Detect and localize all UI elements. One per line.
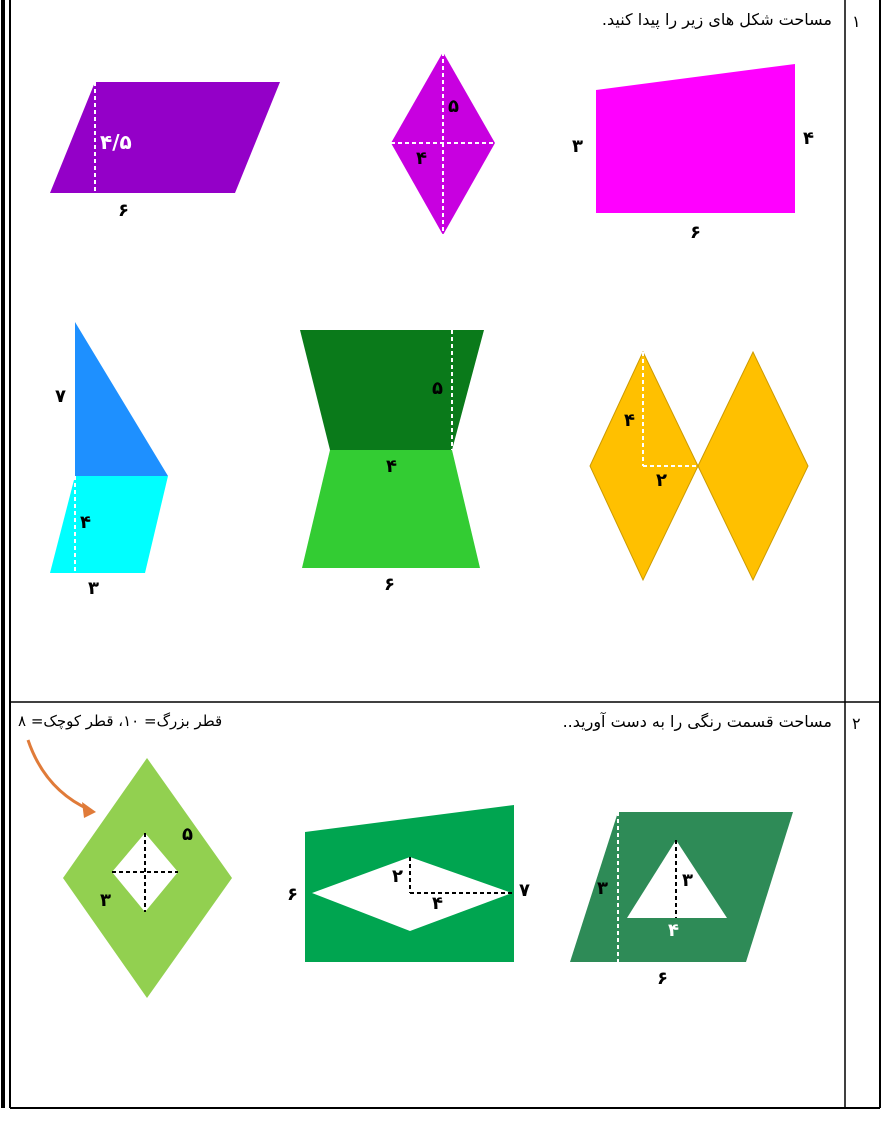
hourglass-base-label: ۶ bbox=[384, 574, 395, 595]
orange-arrow bbox=[26, 739, 91, 812]
cyan-base-label: ۳ bbox=[88, 578, 99, 599]
tri-height-label: ۳ bbox=[682, 870, 693, 891]
twin-half-short-label: ۲ bbox=[656, 470, 667, 491]
parallelogram-base-label: ۶ bbox=[118, 200, 129, 221]
worksheet-figures bbox=[1, 0, 881, 1109]
trap-right-label: ۷ bbox=[519, 880, 530, 901]
purple-parallelogram bbox=[50, 82, 280, 193]
orange-rhombus-right bbox=[697, 350, 809, 582]
diagonals-note: قطر بزرگ= ۱۰، قطر کوچک= ۸ bbox=[18, 712, 223, 730]
hourglass-height-label: ۵ bbox=[432, 378, 443, 399]
trapezoid-left-label: ۳ bbox=[572, 136, 583, 157]
inner-short-label: ۲ bbox=[392, 866, 403, 887]
inner-long-label: ۴ bbox=[432, 893, 443, 914]
lime-a-label: ۵ bbox=[182, 824, 193, 845]
question-2-instruction: مساحت قسمت رنگی را به دست آورید.. bbox=[562, 712, 832, 731]
cyan-height-label: ۴ bbox=[80, 512, 91, 533]
question-1-instruction: مساحت شکل های زیر را پیدا کنید. bbox=[601, 10, 832, 29]
dark-green-trapezoid bbox=[300, 330, 484, 450]
trapezoid-base-label: ۶ bbox=[690, 222, 701, 243]
para-height-label: ۳ bbox=[597, 878, 608, 899]
worksheet: ۱ مساحت شکل های زیر را پیدا کنید. ۲ مساح… bbox=[0, 0, 890, 1136]
cyan-parallelogram bbox=[50, 476, 168, 573]
trapezoid-right-label: ۴ bbox=[803, 128, 814, 149]
para-base-label: ۶ bbox=[657, 968, 668, 989]
trap-left-label: ۶ bbox=[287, 884, 298, 905]
tri-half-label: ۴ bbox=[668, 920, 679, 941]
question-1-number: ۱ bbox=[852, 12, 861, 31]
twin-half-long-label: ۴ bbox=[624, 410, 635, 431]
question-2-number: ۲ bbox=[852, 714, 861, 733]
rhombus-half-long-label: ۵ bbox=[448, 96, 459, 117]
lime-b-label: ۳ bbox=[100, 890, 111, 911]
blue-triangle bbox=[75, 322, 168, 476]
pink-trapezoid bbox=[596, 64, 795, 213]
parallelogram-height-label: ۴/۵ bbox=[100, 130, 132, 154]
hourglass-mid-label: ۴ bbox=[386, 456, 397, 477]
triangle-height-label: ۷ bbox=[55, 386, 66, 407]
rhombus-half-short-label: ۴ bbox=[416, 148, 427, 169]
orange-arrow-head bbox=[82, 802, 96, 818]
